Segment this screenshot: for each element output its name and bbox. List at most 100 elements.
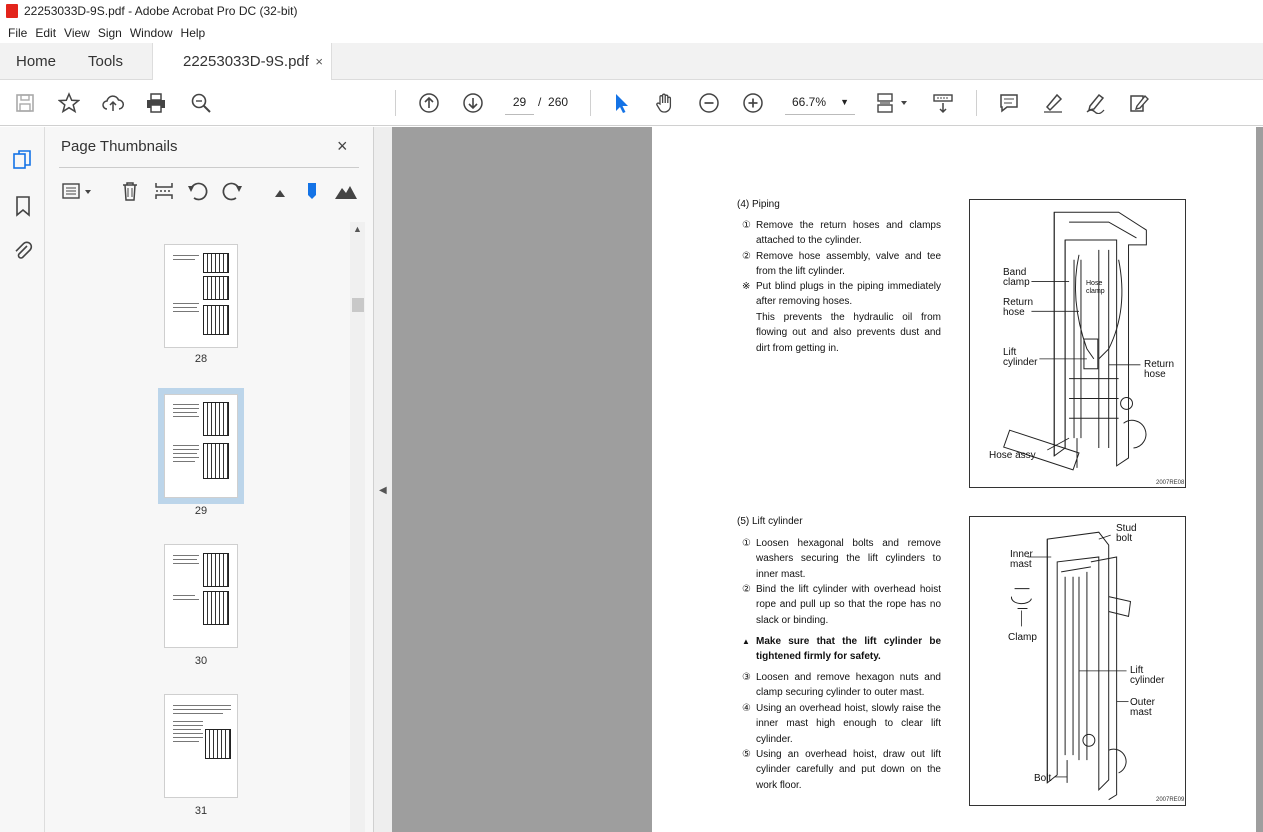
- page-thumbnails-panel: Page Thumbnails × 28 29 30 31 ▲: [45, 127, 374, 832]
- callout-lift-cylinder: Lift cylinder: [1130, 665, 1165, 686]
- options-menu-icon[interactable]: [61, 180, 95, 202]
- delete-page-icon[interactable]: [119, 180, 141, 202]
- rotate-left-icon[interactable]: [187, 180, 209, 202]
- page-count: / 260: [538, 89, 568, 115]
- thumbnail-size-large-icon[interactable]: [333, 180, 359, 202]
- close-icon[interactable]: ×: [337, 136, 348, 157]
- callout-stud-bolt: Stud bolt: [1116, 523, 1137, 544]
- comment-icon[interactable]: [996, 90, 1022, 116]
- zoom-in-icon[interactable]: [740, 90, 766, 116]
- chevron-left-icon: ◀: [379, 485, 387, 496]
- insert-page-icon[interactable]: [153, 180, 175, 202]
- fill-sign-icon[interactable]: [1126, 90, 1152, 116]
- bookmark-icon[interactable]: [12, 195, 34, 217]
- page-up-icon[interactable]: [416, 90, 442, 116]
- select-arrow-icon[interactable]: [608, 90, 634, 116]
- thumbnail-label: 30: [194, 655, 208, 667]
- star-icon[interactable]: [56, 90, 82, 116]
- menu-window[interactable]: Window: [126, 26, 177, 40]
- close-tab-icon[interactable]: ×: [315, 43, 323, 80]
- section-heading: (4) Piping: [737, 199, 780, 210]
- step-item: ④ Using an overhead hoist, slowly raise t…: [742, 703, 941, 745]
- lift-cylinder-illustration: [1011, 531, 1132, 801]
- mast-piping-illustration: [1003, 211, 1147, 471]
- figure-code: 2007RE08: [1156, 480, 1185, 486]
- document-canvas-background: [1256, 127, 1263, 832]
- print-icon[interactable]: [143, 90, 169, 116]
- rotate-right-icon[interactable]: [221, 180, 243, 202]
- callout-bolt: Bolt: [1034, 773, 1052, 784]
- menu-help[interactable]: Help: [177, 26, 210, 40]
- page-thumbnails-icon[interactable]: [12, 149, 34, 171]
- toolbar-separator: [395, 90, 396, 116]
- panel-title: Page Thumbnails: [61, 138, 178, 155]
- step-item: ⑤ Using an overhead hoist, draw out lift …: [742, 749, 941, 791]
- menu-bar: File Edit View Sign Window Help: [0, 22, 1263, 43]
- tab-bar: Home Tools 22253033D-9S.pdf ×: [0, 43, 1263, 81]
- step-item: ③ Loosen and remove hexagon nuts and clam…: [742, 672, 941, 699]
- scrollbar-thumb[interactable]: [352, 298, 364, 312]
- page-layout-icon[interactable]: [874, 90, 912, 116]
- zoom-out-icon[interactable]: [696, 90, 722, 116]
- tab-document[interactable]: 22253033D-9S.pdf ×: [152, 43, 332, 81]
- section-heading: (5) Lift cylinder: [737, 516, 803, 527]
- thumbnail-page-30[interactable]: [164, 544, 238, 648]
- step-item: ② Bind the lift cylinder with overhead ho…: [742, 584, 941, 626]
- tab-document-label: 22253033D-9S.pdf: [183, 53, 309, 70]
- thumbnail-list: 28 29 30 31: [45, 222, 350, 832]
- lift-cylinder-figure: Stud bolt Inner mast Clamp Lift cylinder…: [969, 516, 1186, 806]
- collapse-panel-handle[interactable]: ◀: [374, 127, 392, 832]
- toolbar-separator: [976, 90, 977, 116]
- callout-hose-assy: Hose assy: [989, 450, 1036, 461]
- save-icon[interactable]: [12, 90, 38, 116]
- document-canvas-background: [392, 127, 652, 832]
- step-note-detail: This prevents the hydraulic oil from flo…: [756, 312, 941, 354]
- cloud-upload-icon[interactable]: [100, 90, 126, 116]
- zoom-search-icon[interactable]: [188, 90, 214, 116]
- callout-band-clamp: Band clamp: [1003, 267, 1030, 288]
- thumbnail-label: 29: [194, 505, 208, 517]
- scroll-up-icon[interactable]: ▲: [353, 224, 362, 234]
- menu-sign[interactable]: Sign: [94, 26, 126, 40]
- menu-edit[interactable]: Edit: [31, 26, 60, 40]
- window-title: 22253033D-9S.pdf - Adobe Acrobat Pro DC …: [24, 4, 298, 18]
- thumbnail-size-small-icon[interactable]: [269, 180, 291, 202]
- acrobat-app-icon: [6, 4, 18, 18]
- page-separator: /: [538, 95, 542, 109]
- step-item: ① Loosen hexagonal bolts and remove washe…: [742, 538, 941, 580]
- tab-tools[interactable]: Tools: [88, 43, 123, 80]
- page-down-icon[interactable]: [460, 90, 486, 116]
- thumbnail-page-28[interactable]: [164, 244, 238, 348]
- toolbar-separator: [590, 90, 591, 116]
- highlight-pen-icon[interactable]: [1040, 90, 1066, 116]
- tab-home[interactable]: Home: [16, 43, 56, 80]
- callout-lift-cylinder: Lift cylinder: [1003, 347, 1038, 368]
- hand-icon[interactable]: [652, 90, 678, 116]
- thumbnail-label: 31: [194, 805, 208, 817]
- sign-icon[interactable]: [1083, 90, 1109, 116]
- thumbnail-toolbar: [59, 167, 359, 211]
- callout-outer-mast: Outer mast: [1130, 697, 1156, 718]
- figure-code: 2007RE09: [1156, 797, 1185, 803]
- callout-return-hose-right: Return hose: [1144, 359, 1175, 380]
- menu-view[interactable]: View: [60, 26, 94, 40]
- thumbnail-page-31[interactable]: [164, 694, 238, 798]
- warning-icon: ▲: [742, 637, 750, 646]
- title-bar: 22253033D-9S.pdf - Adobe Acrobat Pro DC …: [0, 0, 1263, 22]
- callout-inner-mast: Inner mast: [1010, 549, 1033, 570]
- scroll-mode-icon[interactable]: [930, 90, 956, 116]
- zoom-level-select[interactable]: 66.7% ▼: [785, 89, 855, 115]
- step-note: ※ Put blind plugs in the piping immediate…: [742, 281, 941, 308]
- step-item: ① Remove the return hoses and clamps atta…: [742, 220, 941, 247]
- thumbnail-scrollbar[interactable]: ▲: [350, 222, 365, 832]
- step-item: ② Remove hose assembly, valve and tee fro…: [742, 251, 941, 278]
- attachment-icon[interactable]: [12, 240, 34, 262]
- callout-return-hose: Return hose: [1003, 297, 1034, 318]
- menu-file[interactable]: File: [4, 26, 31, 40]
- pdf-page[interactable]: (4) Piping ① Remove the return hoses and …: [652, 127, 1256, 832]
- total-pages: 260: [548, 95, 569, 109]
- thumbnail-size-slider-icon[interactable]: [301, 180, 323, 202]
- thumbnail-page-29[interactable]: [158, 388, 244, 504]
- callout-clamp: Clamp: [1008, 632, 1037, 643]
- page-number-input[interactable]: 29: [505, 89, 534, 115]
